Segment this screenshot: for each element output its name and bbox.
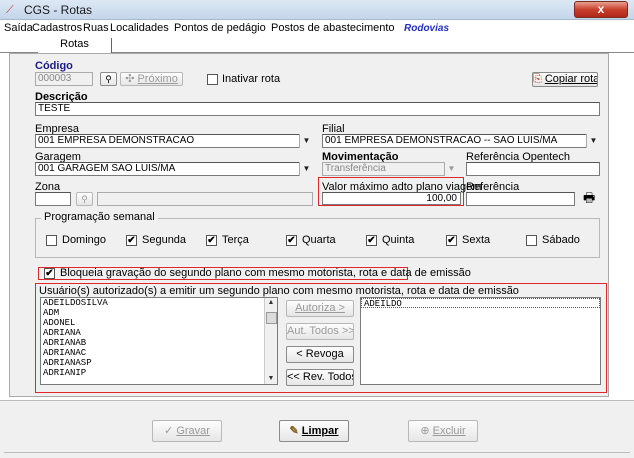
terca-label: Terça — [222, 234, 249, 246]
garagem-select[interactable]: 001 GARAGEM SÃO LUIS/MA — [35, 162, 313, 176]
filial-select[interactable]: 001 EMPRESA DEMONSTRACAO -- SAO LUIS/MA — [322, 134, 600, 148]
excluir-button[interactable]: ⊕ Excluir — [408, 420, 478, 442]
delete-icon: ⊕ — [420, 425, 433, 437]
scroll-down-icon[interactable]: ▼ — [265, 374, 277, 384]
list-item[interactable]: ADM — [41, 308, 277, 318]
rev-todos-button[interactable]: << Rev. Todos — [286, 369, 354, 386]
revoga-button[interactable]: < Revoga — [286, 346, 354, 363]
menu-postos-abastecimento[interactable]: Postos de abastecimento — [271, 22, 395, 34]
sabado-checkbox[interactable] — [526, 235, 537, 246]
inativar-rota-checkbox[interactable] — [207, 74, 218, 85]
list-item[interactable]: ADRIANAB — [41, 338, 277, 348]
status-bar — [4, 452, 630, 456]
app-icon: ⟋ — [6, 4, 14, 16]
eraser-icon: ✎ — [289, 425, 302, 437]
scroll-thumb[interactable] — [266, 312, 277, 324]
available-users-list[interactable]: ADEILDOSILVA ADM ADONEL ADRIANA ADRIANAB… — [40, 297, 278, 385]
authorized-users-list[interactable]: ADEILDO — [360, 297, 601, 385]
movimentacao-select[interactable]: Transferência — [322, 162, 458, 176]
inativar-rota-label: Inativar rota — [222, 73, 281, 85]
descricao-input[interactable]: TESTE — [35, 102, 600, 116]
zona-search-button[interactable]: ⚲ — [76, 192, 93, 206]
available-users-scrollbar[interactable]: ▲ ▼ — [264, 298, 277, 384]
list-item[interactable]: ADRIANA — [41, 328, 277, 338]
referencia-opentech-input[interactable] — [466, 162, 600, 176]
domingo-label: Domingo — [62, 234, 107, 246]
menu-bar: Saída Cadastros Ruas Localidades Pontos … — [0, 20, 634, 37]
autoriza-button[interactable]: Autoriza > — [286, 300, 354, 317]
title-bar: ⟋ CGS - Rotas x — [0, 0, 634, 20]
menu-ruas[interactable]: Ruas — [83, 22, 109, 34]
list-item[interactable]: ADEILDO — [361, 298, 600, 309]
quinta-checkbox[interactable]: ✔ — [366, 235, 377, 246]
movimentacao-dropdown-icon[interactable]: ▼ — [444, 162, 458, 176]
close-button[interactable]: x — [574, 1, 628, 18]
codigo-input[interactable]: 000003 — [35, 72, 93, 86]
filial-dropdown-icon[interactable]: ▼ — [586, 134, 600, 148]
codigo-search-button[interactable]: ⚲ — [100, 72, 117, 86]
terca-checkbox[interactable]: ✔ — [206, 235, 217, 246]
codigo-label: Código — [35, 60, 73, 72]
check-icon: ✓ — [164, 425, 177, 437]
sexta-label: Sexta — [462, 234, 491, 246]
menu-brand-rodovias: Rodovias — [404, 23, 450, 34]
bloqueia-label: Bloqueia gravação do segundo plano com m… — [60, 267, 471, 279]
window-title: CGS - Rotas — [24, 3, 93, 17]
list-item[interactable]: ADRIANIP — [41, 368, 277, 378]
list-item[interactable]: ADRIANASP — [41, 358, 277, 368]
quinta-label: Quinta — [382, 234, 415, 246]
programacao-title: Programação semanal — [41, 211, 158, 223]
garagem-dropdown-icon[interactable]: ▼ — [299, 162, 313, 176]
menu-cadastros[interactable]: Cadastros — [32, 22, 82, 34]
binoculars-icon: ⚲ — [105, 74, 112, 84]
tab-rotas[interactable]: Rotas — [38, 38, 112, 53]
list-item[interactable]: ADRIANAC — [41, 348, 277, 358]
list-item[interactable]: ADONEL — [41, 318, 277, 328]
zona-input[interactable] — [35, 192, 71, 206]
copy-icon: ⎘ — [533, 73, 545, 85]
segunda-label: Segunda — [142, 234, 187, 246]
domingo-checkbox[interactable] — [46, 235, 57, 246]
empresa-dropdown-icon[interactable]: ▼ — [299, 134, 313, 148]
list-item[interactable]: ADEILDOSILVA — [41, 298, 277, 308]
plus-icon: ✣ — [125, 73, 138, 85]
scroll-up-icon[interactable]: ▲ — [265, 298, 277, 308]
menu-localidades[interactable]: Localidades — [110, 22, 169, 34]
usuarios-label: Usuário(s) autorizado(s) a emitir um seg… — [39, 285, 519, 297]
menu-saida[interactable]: Saída — [4, 22, 33, 34]
quarta-checkbox[interactable]: ✔ — [286, 235, 297, 246]
aut-todos-button[interactable]: Aut. Todos >> — [286, 323, 354, 340]
referencia-input[interactable] — [466, 192, 575, 206]
valor-maximo-input[interactable]: 100,00 — [322, 192, 461, 205]
menu-pontos-pedagio[interactable]: Pontos de pedágio — [174, 22, 266, 34]
limpar-button[interactable]: ✎ Limpar — [279, 420, 349, 442]
proximo-button[interactable]: ✣ Próximo — [120, 72, 183, 86]
gravar-button[interactable]: ✓ Gravar — [152, 420, 222, 442]
bloqueia-checkbox[interactable]: ✔ — [44, 268, 55, 279]
empresa-select[interactable]: 001 EMPRESA DEMONSTRACAO — [35, 134, 313, 148]
sexta-checkbox[interactable]: ✔ — [446, 235, 457, 246]
zona-description — [97, 192, 313, 206]
copiar-rota-button[interactable]: ⎘ Copiar rota — [532, 72, 598, 87]
sabado-label: Sábado — [542, 234, 580, 246]
binoculars-icon: ⚲ — [81, 194, 88, 204]
printer-icon[interactable]: 🖶 — [583, 191, 599, 205]
quarta-label: Quarta — [302, 234, 336, 246]
segunda-checkbox[interactable]: ✔ — [126, 235, 137, 246]
